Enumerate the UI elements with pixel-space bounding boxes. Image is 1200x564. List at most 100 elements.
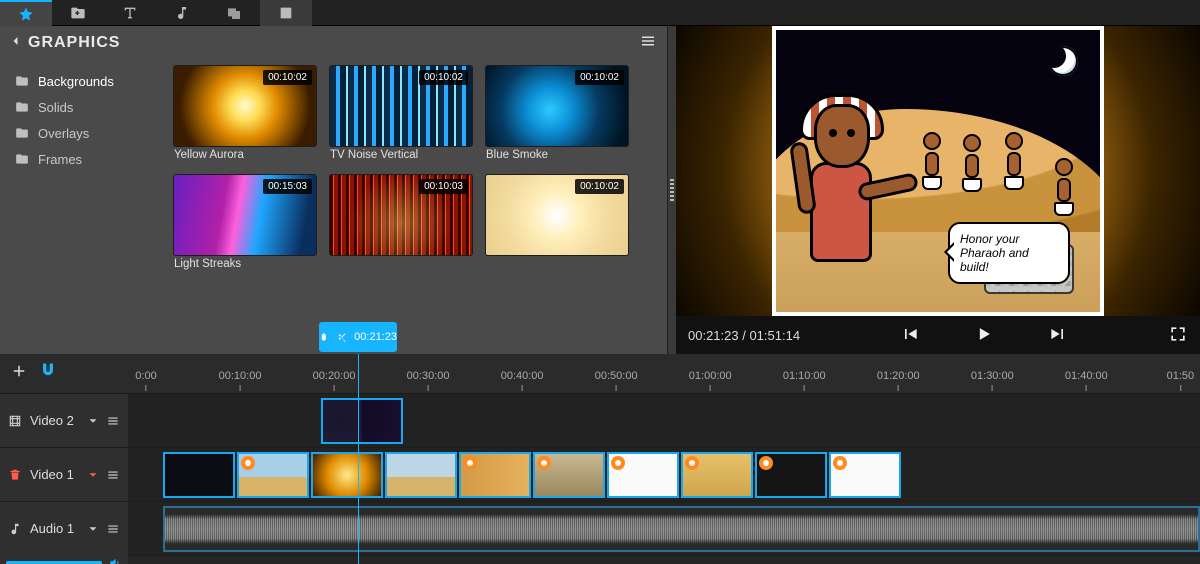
library-header: GRAPHICS	[0, 26, 667, 60]
timeline-tools	[0, 354, 128, 393]
clip[interactable]	[163, 452, 235, 498]
track-header[interactable]: Video 1	[0, 448, 128, 501]
current-time: 00:21:23	[688, 328, 739, 343]
music-note-icon	[8, 522, 22, 536]
ruler-tick: 00:20:00	[313, 370, 356, 391]
chevron-down-icon[interactable]	[86, 414, 100, 428]
clip[interactable]	[311, 452, 383, 498]
clip[interactable]	[829, 452, 901, 498]
media-item[interactable]: 00:10:02 TV Noise Vertical	[330, 66, 472, 161]
media-duration: 00:10:02	[419, 70, 468, 85]
effect-badge-icon	[241, 456, 255, 470]
clip[interactable]	[321, 398, 403, 444]
ruler-tick: 01:30:00	[971, 370, 1014, 391]
add-track-button[interactable]	[10, 362, 28, 385]
media-caption: Yellow Aurora	[174, 149, 316, 161]
sidebar-item-label: Overlays	[38, 126, 89, 141]
folder-icon	[14, 126, 30, 140]
text-icon	[122, 5, 138, 21]
sidebar-item-frames[interactable]: Frames	[6, 146, 164, 172]
ruler-tick: 01:50	[1167, 370, 1195, 391]
film-icon	[8, 414, 22, 428]
media-duration: 00:10:02	[575, 179, 624, 194]
sidebar-item-solids[interactable]: Solids	[6, 94, 164, 120]
ruler-tick: 01:20:00	[877, 370, 920, 391]
clip[interactable]	[533, 452, 605, 498]
media-item[interactable]: 00:10:02 Blue Smoke	[486, 66, 628, 161]
media-duration: 00:10:03	[419, 179, 468, 194]
tab-audio[interactable]	[156, 0, 208, 26]
fullscreen-button[interactable]	[1168, 324, 1188, 347]
media-caption: TV Noise Vertical	[330, 149, 472, 161]
track-header[interactable]: Audio 1	[0, 502, 128, 555]
media-duration: 00:10:02	[575, 70, 624, 85]
trash-icon	[8, 468, 22, 482]
tab-media[interactable]	[52, 0, 104, 26]
chevron-down-icon[interactable]	[86, 522, 100, 536]
sidebar-item-backgrounds[interactable]: Backgrounds	[6, 68, 164, 94]
clip[interactable]	[681, 452, 753, 498]
effect-badge-icon	[463, 456, 477, 470]
track-label: Video 1	[30, 467, 74, 482]
track-video1: Video 1	[0, 448, 1200, 502]
track-label: Video 2	[30, 413, 74, 428]
media-duration: 00:10:02	[263, 70, 312, 85]
media-item[interactable]: 00:10:02	[486, 175, 628, 270]
playhead[interactable]: 00:21:23	[358, 354, 359, 564]
snap-button[interactable]	[38, 361, 58, 386]
library-sidebar: Backgrounds Solids Overlays Frames	[0, 60, 170, 354]
sidebar-item-overlays[interactable]: Overlays	[6, 120, 164, 146]
ruler-tick: 01:40:00	[1065, 370, 1108, 391]
audio-clip[interactable]	[163, 506, 1200, 552]
prev-button[interactable]	[900, 324, 920, 347]
ruler-tick: 00:50:00	[595, 370, 638, 391]
volume-slider[interactable]	[0, 555, 128, 564]
next-button[interactable]	[1048, 324, 1068, 347]
list-view-icon[interactable]	[639, 32, 657, 55]
folder-plus-icon	[70, 5, 86, 21]
cut-icon	[337, 331, 347, 343]
menu-icon[interactable]	[106, 522, 120, 536]
ruler-tick: 00:40:00	[501, 370, 544, 391]
media-item[interactable]: 00:10:02 Yellow Aurora	[174, 66, 316, 161]
menu-icon[interactable]	[106, 414, 120, 428]
play-button[interactable]	[974, 324, 994, 347]
clip[interactable]	[607, 452, 679, 498]
panel-divider[interactable]	[668, 26, 676, 354]
clip[interactable]	[385, 452, 457, 498]
track-header[interactable]: Video 2	[0, 394, 128, 447]
speaker-icon	[108, 556, 122, 564]
tab-favorites[interactable]	[0, 0, 52, 26]
menu-icon[interactable]	[106, 468, 120, 482]
timecode: 00:21:23 / 01:51:14	[688, 328, 800, 343]
media-item[interactable]: 00:10:03	[330, 175, 472, 270]
speech-bubble: Honor your Pharaoh and build!	[948, 222, 1070, 284]
preview-panel: Honor your Pharaoh and build! 00:21:23 /…	[676, 26, 1200, 354]
preview-controls: 00:21:23 / 01:51:14	[676, 316, 1200, 354]
music-note-icon	[174, 5, 190, 21]
track-audio1: Audio 1	[0, 502, 1200, 556]
tab-text[interactable]	[104, 0, 156, 26]
clip[interactable]	[237, 452, 309, 498]
chevron-down-icon[interactable]	[86, 468, 100, 482]
effect-badge-icon	[611, 456, 625, 470]
overlap-icon	[226, 5, 242, 21]
total-time: 01:51:14	[749, 328, 800, 343]
clip[interactable]	[755, 452, 827, 498]
tab-graphics[interactable]	[260, 0, 312, 26]
top-tabbar	[0, 0, 1200, 26]
clip[interactable]	[459, 452, 531, 498]
ruler-tick: 01:10:00	[783, 370, 826, 391]
media-grid: 00:10:02 Yellow Aurora 00:10:02 TV Noise…	[174, 66, 663, 270]
effect-badge-icon	[759, 456, 773, 470]
sidebar-item-label: Solids	[38, 100, 73, 115]
timeline-ruler[interactable]: 0:0000:10:0000:20:0000:30:0000:40:0000:5…	[128, 354, 1200, 393]
folder-icon	[14, 74, 30, 88]
tab-transitions[interactable]	[208, 0, 260, 26]
effect-badge-icon	[537, 456, 551, 470]
media-item[interactable]: 00:15:03 Light Streaks	[174, 175, 316, 270]
preview-canvas: Honor your Pharaoh and build!	[676, 26, 1200, 316]
sidebar-item-label: Frames	[38, 152, 82, 167]
track-video2: Video 2	[0, 394, 1200, 448]
back-chevron-icon[interactable]	[10, 34, 22, 52]
